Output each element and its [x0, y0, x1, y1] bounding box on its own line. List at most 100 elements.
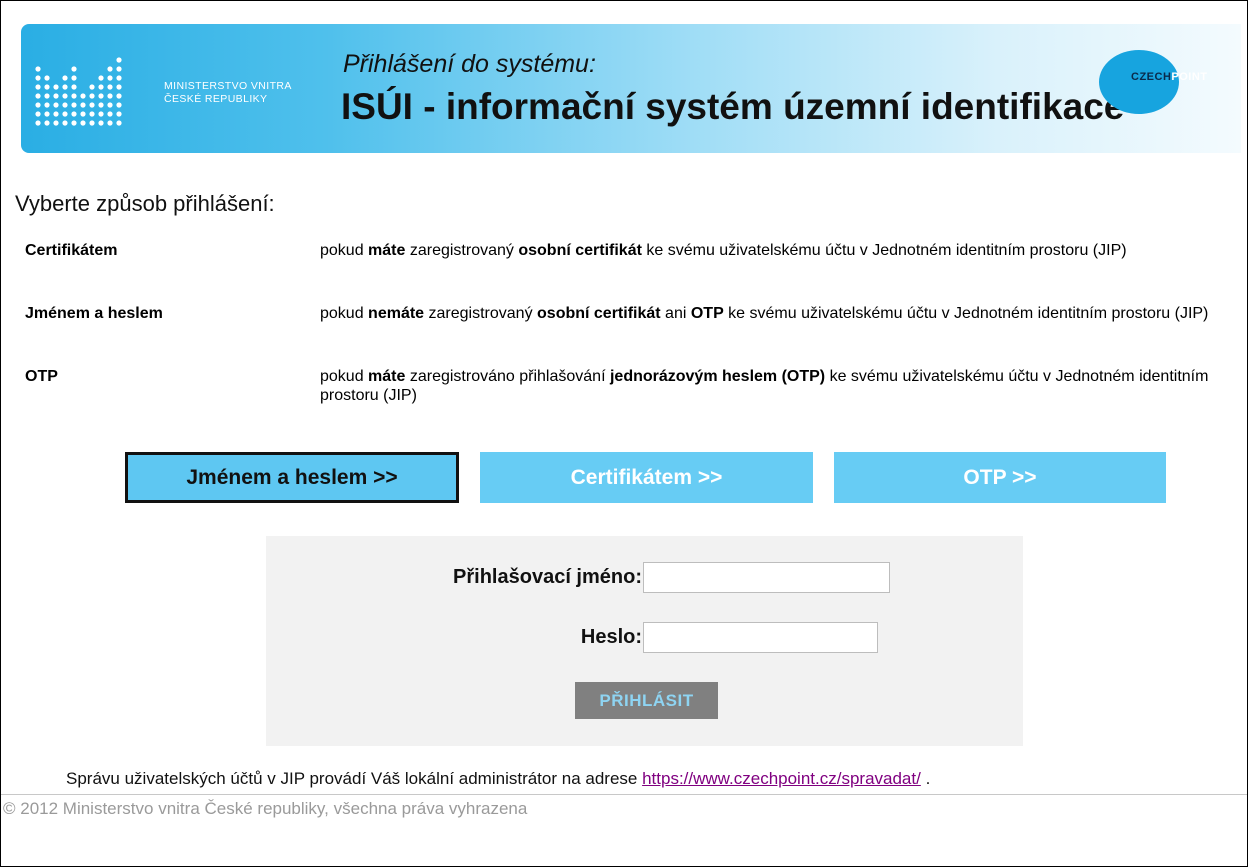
logo-dot — [98, 102, 104, 108]
desc-bold: osobní certifikát — [518, 242, 642, 259]
tab-otp[interactable]: OTP >> — [834, 452, 1166, 503]
desc-text: ke svému uživatelskému účtu v Jednotném … — [641, 242, 1127, 259]
logo-dot — [44, 120, 50, 126]
logo-dot — [62, 111, 68, 117]
copyright-text: © 2012 Ministerstvo vnitra České republi… — [3, 799, 528, 818]
logo-dot — [44, 93, 50, 99]
czechpoint-logo-text-part2: POINT — [1171, 71, 1208, 83]
admin-note-text: Správu uživatelských účtů v JIP provádí … — [66, 769, 643, 788]
desc-bold: OTP — [690, 305, 724, 322]
ministry-name-line2: ČESKÉ REPUBLIKY — [164, 93, 268, 105]
logo-dot — [80, 93, 86, 99]
logo-dot — [98, 84, 104, 90]
password-input[interactable] — [643, 622, 878, 653]
logo-dot — [116, 75, 122, 81]
desc-bold: nemáte — [368, 305, 425, 322]
footer-divider — [1, 794, 1247, 795]
ministry-name: MINISTERSTVO VNITRA ČESKÉ REPUBLIKY — [164, 80, 292, 106]
logo-dot — [53, 84, 59, 90]
logo-dot — [107, 75, 113, 81]
logo-dot — [98, 75, 104, 81]
czechpoint-logo: CZECHPOINT — [1091, 50, 1207, 114]
logo-dot — [35, 93, 41, 99]
desc-text: zaregistrovaný — [424, 305, 538, 322]
logo-dot — [80, 102, 86, 108]
logo-dot — [71, 102, 77, 108]
logo-dot — [107, 120, 113, 126]
logo-dot — [107, 111, 113, 117]
logo-dot — [53, 93, 59, 99]
logo-dot — [62, 120, 68, 126]
desc-text: zaregistrovaný — [405, 242, 519, 259]
logo-dot — [98, 93, 104, 99]
logo-dot — [44, 111, 50, 117]
ministry-logo-icon — [35, 57, 122, 126]
logo-dot — [62, 84, 68, 90]
logo-dot — [35, 84, 41, 90]
logo-dot — [62, 102, 68, 108]
admin-note-end: . — [920, 769, 931, 788]
logo-dot — [98, 120, 104, 126]
page-frame: MINISTERSTVO VNITRA ČESKÉ REPUBLIKY Přih… — [0, 0, 1248, 867]
logo-dot — [116, 120, 122, 126]
logo-dot — [71, 111, 77, 117]
logo-dot — [89, 111, 95, 117]
logo-dot — [35, 102, 41, 108]
header-banner: MINISTERSTVO VNITRA ČESKÉ REPUBLIKY Přih… — [21, 24, 1241, 153]
logo-dot — [98, 111, 104, 117]
logo-dot — [71, 93, 77, 99]
tab-certificate[interactable]: Certifikátem >> — [480, 452, 813, 503]
czechpoint-logo-text: CZECHPOINT — [1131, 71, 1208, 83]
password-label: Heslo: — [580, 626, 642, 648]
desc-text: zaregistrováno přihlašování — [405, 368, 610, 385]
logo-dot — [71, 120, 77, 126]
login-form: Přihlašovací jméno: Heslo: PŘIHLÁSIT — [266, 536, 1023, 746]
logo-dot — [71, 84, 77, 90]
logo-dot — [107, 66, 113, 72]
desc-text: pokud — [320, 368, 369, 385]
username-input[interactable] — [643, 562, 890, 593]
logo-dot — [35, 75, 41, 81]
desc-bold: máte — [368, 242, 406, 259]
logo-dot — [71, 75, 77, 81]
logo-dot — [89, 84, 95, 90]
logo-dot — [35, 66, 41, 72]
logo-dot — [89, 93, 95, 99]
logo-dot — [44, 102, 50, 108]
username-label: Přihlašovací jméno: — [453, 566, 642, 588]
logo-dot — [71, 66, 77, 72]
desc-bold: osobní certifikát — [537, 305, 661, 322]
logo-dot — [53, 102, 59, 108]
desc-text: pokud — [320, 305, 369, 322]
desc-text: ke svému uživatelskému účtu v Jednotném … — [723, 305, 1209, 322]
login-button[interactable]: PŘIHLÁSIT — [575, 682, 718, 719]
login-method-heading: Vyberte způsob přihlášení: — [15, 191, 275, 216]
logo-dot — [89, 102, 95, 108]
method-description: pokud máte zaregistrováno přihlašování j… — [320, 367, 1248, 405]
logo-dot — [62, 93, 68, 99]
logo-dot — [116, 93, 122, 99]
logo-dot — [44, 75, 50, 81]
ministry-name-line1: MINISTERSTVO VNITRA — [164, 80, 292, 92]
page-subtitle: Přihlášení do systému: — [343, 50, 596, 78]
logo-dot — [80, 111, 86, 117]
logo-dot — [116, 57, 122, 63]
logo-dot — [80, 120, 86, 126]
logo-dot — [44, 84, 50, 90]
admin-link[interactable]: https://www.czechpoint.cz/spravadat/ — [642, 769, 921, 788]
method-name: Jménem a heslem — [25, 305, 163, 322]
admin-note: Správu uživatelských účtů v JIP provádí … — [66, 769, 930, 789]
logo-dot — [107, 84, 113, 90]
page-title: ISÚI - informační systém územní identifi… — [341, 86, 1125, 127]
logo-dot — [116, 84, 122, 90]
logo-dot — [53, 111, 59, 117]
desc-text: pokud — [320, 242, 369, 259]
logo-dot — [116, 111, 122, 117]
logo-dot — [107, 102, 113, 108]
method-description: pokud nemáte zaregistrovaný osobní certi… — [320, 304, 1248, 323]
logo-dot — [35, 120, 41, 126]
tab-name-password[interactable]: Jménem a heslem >> — [125, 452, 459, 503]
logo-dot — [62, 75, 68, 81]
logo-dot — [107, 93, 113, 99]
logo-dot — [53, 120, 59, 126]
